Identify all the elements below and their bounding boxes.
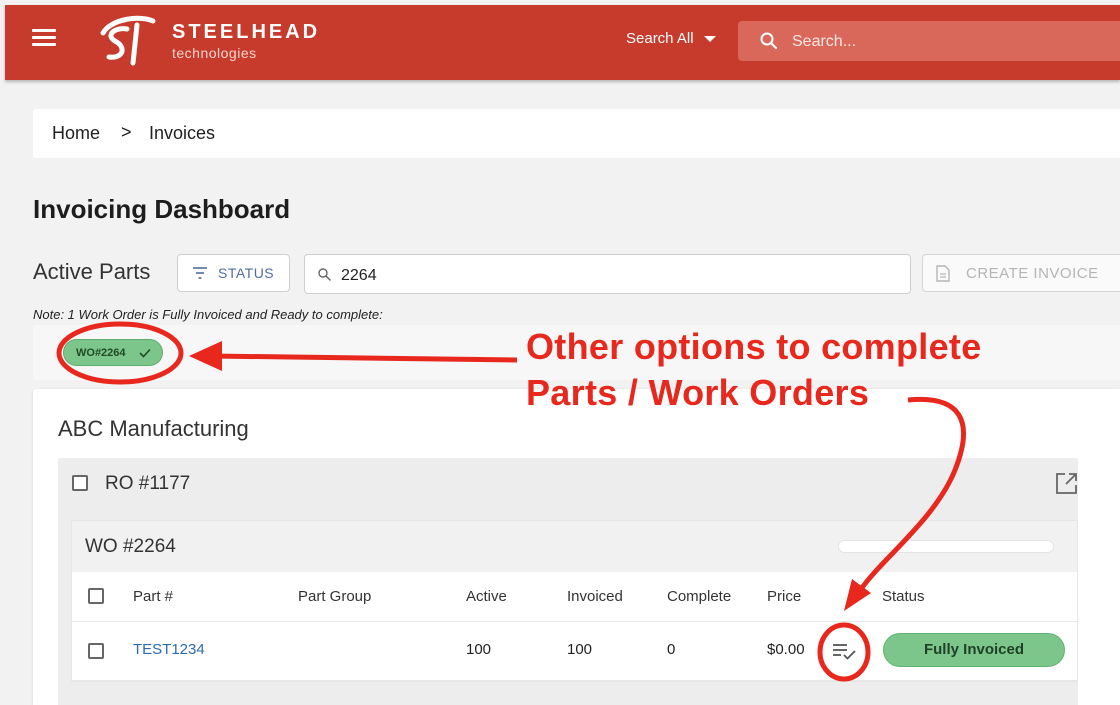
part-number-link[interactable]: TEST1234	[133, 641, 205, 658]
document-icon	[936, 265, 950, 282]
status-filter-button[interactable]: STATUS	[177, 254, 290, 292]
cell-invoiced: 100	[567, 641, 593, 658]
create-invoice-button[interactable]: CREATE INVOICE	[922, 254, 1120, 292]
page-title: Invoicing Dashboard	[33, 194, 291, 224]
hamburger-menu-icon[interactable]	[32, 27, 56, 49]
search-icon	[318, 268, 331, 281]
caret-down-icon	[703, 36, 716, 43]
column-header-invoiced: Invoiced	[567, 588, 623, 605]
column-header-active: Active	[466, 588, 507, 605]
breadcrumb-current: Invoices	[149, 123, 216, 143]
select-all-checkbox[interactable]	[88, 588, 104, 604]
column-header-part: Part #	[133, 588, 174, 605]
parts-search-input[interactable]	[339, 264, 883, 288]
filter-icon	[193, 267, 207, 279]
chevron-right-icon: >	[121, 122, 132, 142]
callout-text-line2: Parts / Work Orders	[526, 372, 870, 413]
ready-work-order-chip[interactable]: WO#2264	[63, 339, 163, 366]
column-header-status: Status	[882, 588, 925, 605]
ready-note: Note: 1 Work Order is Fully Invoiced and…	[33, 307, 383, 322]
mark-complete-list-check-icon[interactable]	[831, 641, 857, 661]
active-parts-label: Active Parts	[33, 259, 151, 284]
global-search-input[interactable]	[790, 30, 1094, 54]
work-order-title: WO #2264	[85, 536, 176, 557]
parts-search-box[interactable]	[304, 254, 911, 294]
cell-active: 100	[466, 641, 492, 658]
brand-subtitle: technologies	[172, 45, 257, 61]
column-header-part-group: Part Group	[298, 588, 372, 605]
breadcrumb: Home > Invoices	[33, 109, 1120, 158]
callout-text-line1: Other options to complete	[526, 326, 982, 367]
progress-fill	[839, 541, 1053, 552]
work-order-progress-bar	[838, 540, 1054, 553]
column-header-price: Price	[767, 588, 802, 605]
chip-label: WO#2264	[76, 347, 126, 359]
open-in-new-icon[interactable]	[1055, 472, 1078, 495]
search-scope-label: Search All	[626, 30, 694, 47]
status-filter-label: STATUS	[218, 265, 275, 281]
table-row-border	[72, 680, 1077, 681]
search-icon	[760, 32, 778, 50]
cell-price: $0.00	[767, 641, 805, 658]
row-select-checkbox[interactable]	[88, 643, 104, 659]
breadcrumb-home-link[interactable]: Home	[52, 123, 100, 144]
check-icon	[139, 348, 151, 358]
table-divider	[72, 621, 1077, 622]
ro-title: RO #1177	[105, 473, 191, 494]
global-search-box[interactable]	[738, 21, 1120, 61]
steelhead-logo-icon	[100, 15, 156, 66]
brand-name: STEELHEAD	[172, 21, 321, 43]
column-header-complete: Complete	[667, 588, 732, 605]
customer-name: ABC Manufacturing	[58, 416, 249, 441]
ro-select-checkbox[interactable]	[72, 475, 88, 491]
status-badge: Fully Invoiced	[883, 633, 1065, 667]
cell-complete: 0	[667, 641, 676, 658]
create-invoice-label: CREATE INVOICE	[966, 265, 1099, 282]
search-scope-dropdown[interactable]: Search All	[626, 30, 716, 47]
